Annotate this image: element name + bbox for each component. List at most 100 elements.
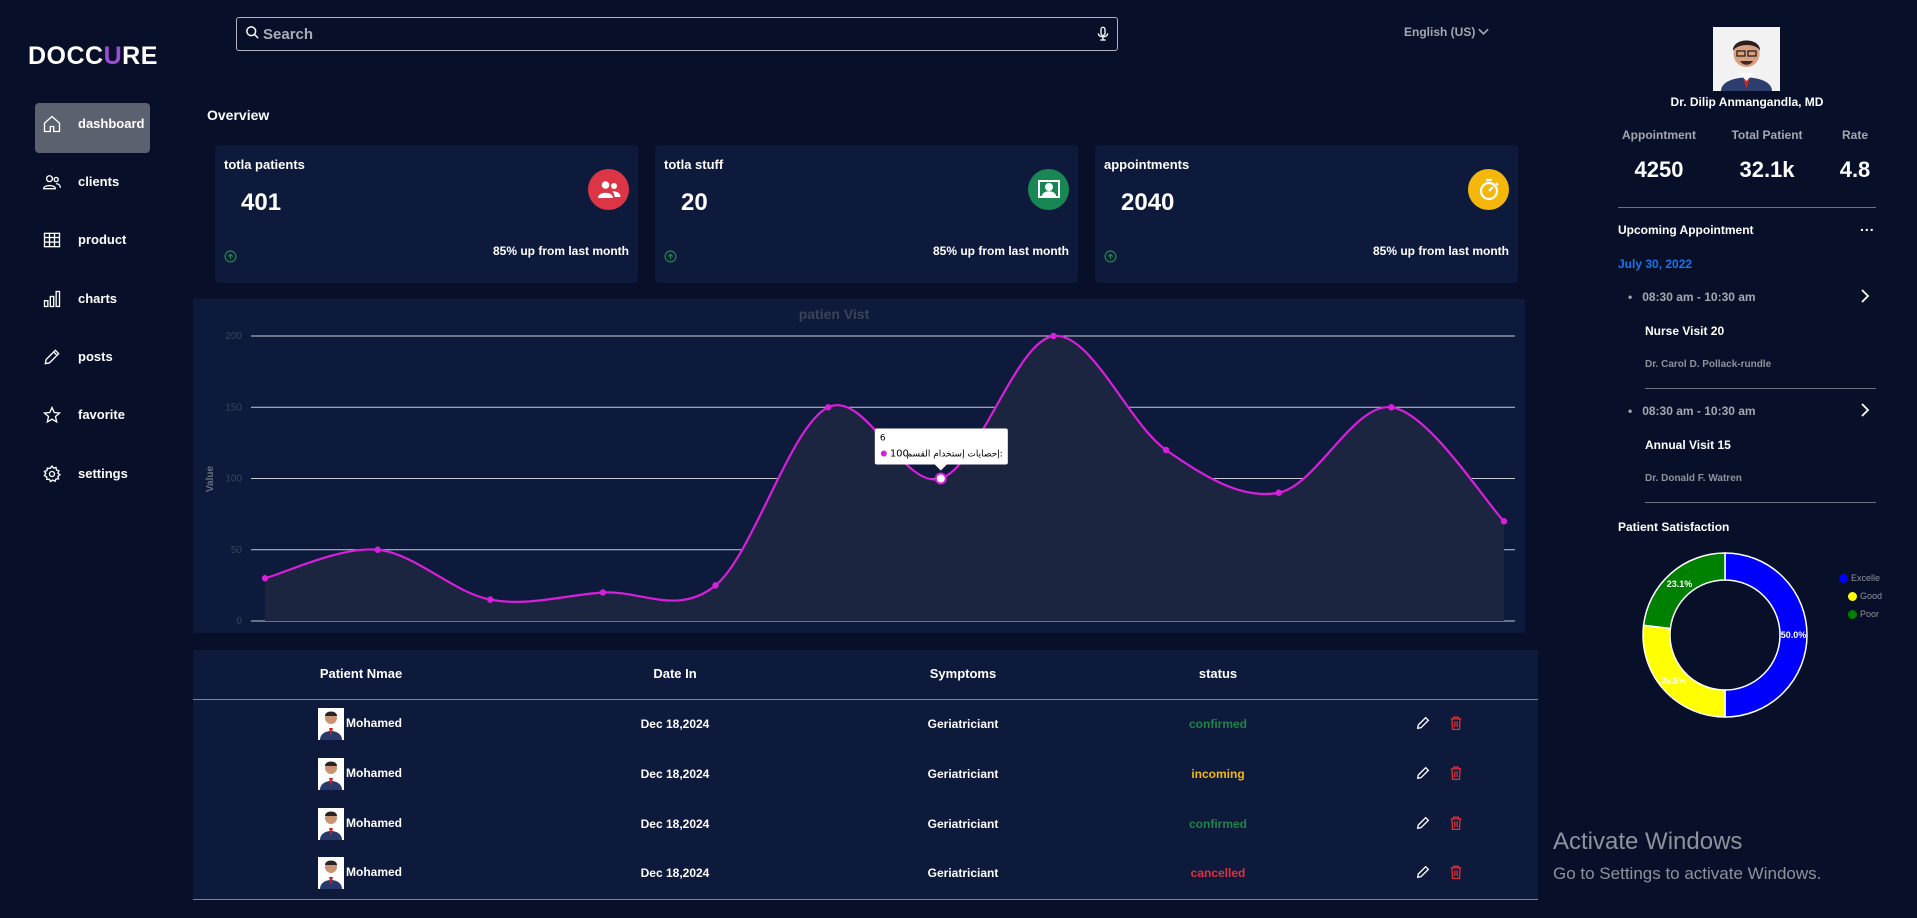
sidebar-item-favorite[interactable]: favorite (35, 394, 150, 444)
patient-name: Mohamed (346, 865, 403, 879)
table-row[interactable]: Mohamed Dec 18,2024 Geriatriciant confir… (193, 805, 1538, 845)
search-input[interactable] (263, 23, 1063, 45)
symptom: Geriatriciant (927, 717, 999, 731)
edit-icon[interactable] (1415, 864, 1431, 880)
logo-text-end: RE (122, 42, 158, 70)
y-tick-label: 200 (225, 331, 242, 342)
table-header-divider (193, 699, 1538, 700)
satisfaction-title: Patient Satisfaction (1618, 520, 1730, 534)
card-value: 2040 (1121, 189, 1175, 216)
divider (1618, 207, 1876, 208)
date-in: Dec 18,2024 (640, 817, 710, 831)
staff-icon (1028, 169, 1069, 210)
data-point (824, 404, 832, 411)
sidebar-item-label: settings (78, 466, 128, 481)
tooltip-dot (880, 450, 887, 457)
edit-icon[interactable] (1415, 765, 1431, 781)
microphone-icon[interactable] (1095, 25, 1111, 43)
edit-icon[interactable] (1415, 815, 1431, 831)
status-badge: cancelled (1190, 866, 1246, 880)
sidebar-item-label: posts (78, 349, 113, 364)
stat-value-rate: 4.8 (1839, 157, 1871, 182)
status-badge: confirmed (1188, 817, 1248, 831)
patients-icon (588, 169, 629, 210)
logo-text-accent: U (103, 42, 123, 70)
date-in: Dec 18,2024 (640, 866, 710, 880)
donut-slice[interactable] (1642, 624, 1726, 718)
data-point (1388, 404, 1395, 411)
sidebar-item-clients[interactable]: clients (35, 161, 150, 211)
card-subtitle: 85% up from last month (492, 244, 629, 258)
stat-label-total-patient: Total Patient (1731, 128, 1803, 142)
date-in: Dec 18,2024 (640, 767, 710, 781)
table-row[interactable]: Mohamed Dec 18,2024 Geriatriciant cancel… (193, 854, 1538, 894)
legend-item[interactable]: Poor (1848, 609, 1879, 619)
more-options-button[interactable]: ... (1860, 218, 1875, 234)
trash-icon[interactable] (1449, 864, 1463, 880)
card-value: 401 (241, 189, 282, 216)
legend-item[interactable]: Good (1848, 591, 1882, 601)
table-icon (43, 232, 61, 248)
avatar (318, 708, 344, 740)
language-label: English (US) (1404, 25, 1476, 39)
data-point (599, 589, 607, 596)
sidebar-item-dashboard[interactable]: dashboard (35, 103, 150, 153)
star-icon (42, 405, 62, 424)
data-point (1500, 518, 1508, 525)
overview-title: Overview (207, 107, 270, 123)
stat-value-total-patient: 32.1k (1739, 157, 1795, 182)
tooltip-label: إحصايات إستخدام القسم: (907, 450, 1003, 460)
chevron-right-icon[interactable] (1861, 403, 1870, 417)
patient-name: Mohamed (346, 766, 403, 780)
stat-card-patients: totla patients 401 85% up from last mont… (215, 145, 638, 283)
data-point (1050, 332, 1057, 340)
trash-icon[interactable] (1449, 815, 1463, 831)
bar-chart-icon (43, 290, 61, 308)
table-bottom-divider (193, 899, 1538, 900)
card-title: totla stuff (664, 157, 724, 172)
search-bar (236, 17, 1118, 51)
donut-slice[interactable] (1642, 552, 1726, 630)
card-subtitle: 85% up from last month (1372, 244, 1509, 258)
table-row[interactable]: Mohamed Dec 18,2024 Geriatriciant incomi… (193, 755, 1538, 795)
arrow-up-circle-icon (1104, 250, 1117, 263)
language-selector[interactable]: English (US) (1404, 25, 1490, 39)
table-row[interactable]: Mohamed Dec 18,2024 Geriatriciant confir… (193, 705, 1538, 745)
column-header-symptoms: Symptoms (929, 666, 997, 681)
sidebar-item-charts[interactable]: charts (35, 278, 150, 328)
satisfaction-donut-chart: 50.0% 26.9% 23.1% (1642, 552, 1808, 718)
edit-icon[interactable] (1415, 715, 1431, 731)
status-badge: incoming (1191, 767, 1245, 781)
sidebar-item-settings[interactable]: settings (35, 453, 150, 503)
avatar (318, 758, 344, 790)
avatar (318, 808, 344, 840)
doctor-avatar[interactable] (1713, 27, 1780, 91)
sidebar-item-product[interactable]: product (35, 219, 150, 269)
sidebar-item-posts[interactable]: posts (35, 336, 150, 386)
logo-text: DOCC (28, 42, 104, 70)
symptom: Geriatriciant (927, 817, 999, 831)
trash-icon[interactable] (1449, 765, 1463, 781)
card-title: totla patients (224, 157, 305, 172)
data-point (487, 596, 494, 603)
stat-label-appointment: Appointment (1622, 128, 1696, 142)
legend-item[interactable]: Excelle (1839, 573, 1880, 583)
appointment-time-text: 08:30 am - 10:30 am (1642, 290, 1756, 304)
divider (1645, 502, 1876, 503)
column-header-patient: Patient Nmae (319, 666, 403, 681)
app-logo[interactable]: DOCCURE (28, 42, 158, 71)
stat-label-rate: Rate (1841, 128, 1869, 142)
legend-dot (1848, 591, 1857, 601)
arrow-up-circle-icon (664, 250, 677, 263)
search-icon (246, 26, 259, 39)
card-value: 20 (681, 189, 708, 216)
tooltip-arrow (934, 464, 947, 471)
timer-icon (1468, 169, 1509, 210)
y-tick-label: 150 (225, 402, 242, 413)
chevron-right-icon[interactable] (1861, 289, 1870, 303)
legend-label: Good (1860, 591, 1883, 601)
chart-title: patien Vist (799, 306, 870, 322)
data-point (261, 575, 269, 582)
trash-icon[interactable] (1449, 715, 1463, 731)
appointment-date: July 30, 2022 (1618, 257, 1693, 271)
